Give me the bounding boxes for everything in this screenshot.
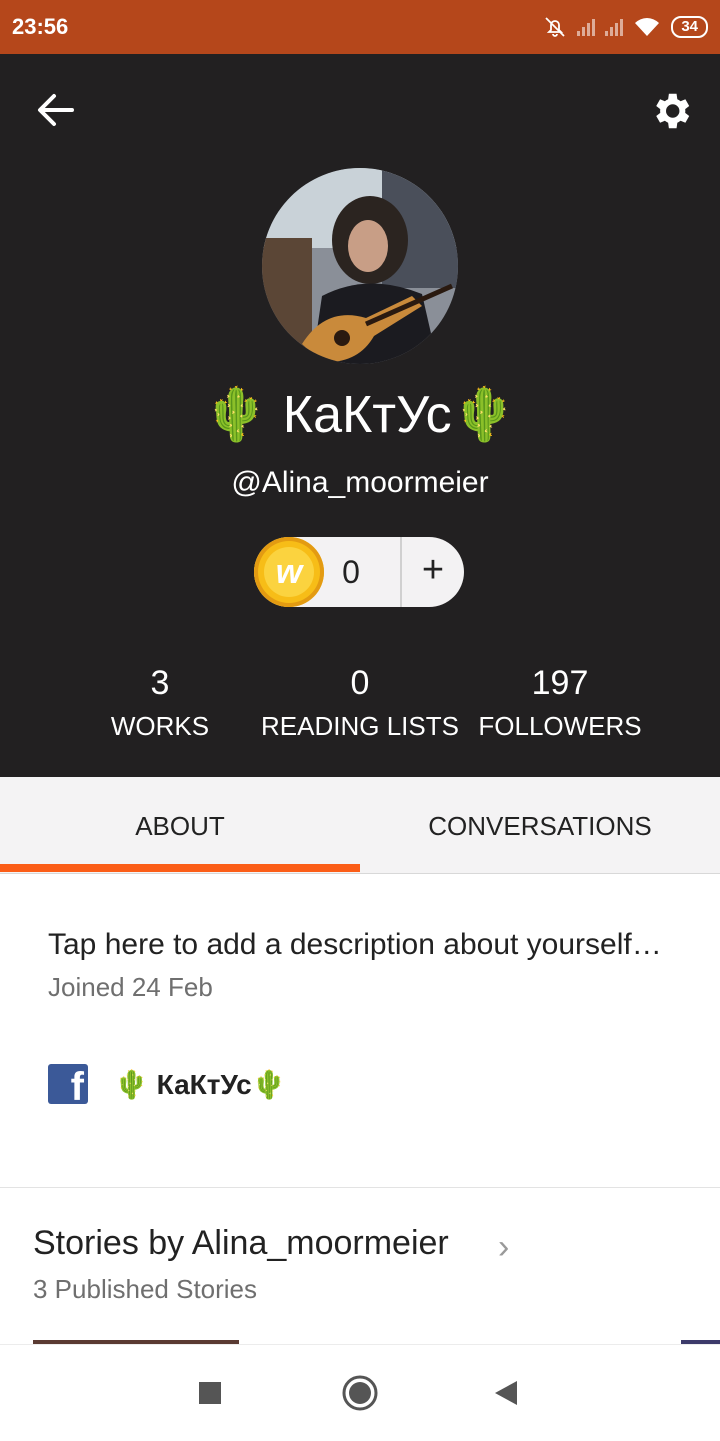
stat-works-value: 3 bbox=[150, 664, 170, 702]
tab-conversations[interactable]: CONVERSATIONS bbox=[360, 777, 720, 873]
coin-balance: w 0 + bbox=[254, 537, 464, 607]
active-tab-indicator bbox=[0, 864, 360, 872]
stat-followers[interactable]: 197 FOLLOWERS bbox=[455, 664, 665, 742]
about-section: Tap here to add a description about your… bbox=[48, 922, 688, 1003]
status-icons: 34 bbox=[543, 15, 708, 39]
coin-count: 0 bbox=[342, 554, 360, 590]
arrow-left-icon[interactable] bbox=[32, 90, 80, 130]
buy-coins-button[interactable]: + bbox=[402, 537, 464, 607]
avatar[interactable] bbox=[262, 168, 458, 364]
signal-icon bbox=[577, 18, 596, 36]
signal-icon bbox=[605, 18, 624, 36]
section-divider bbox=[0, 1187, 720, 1188]
status-bar: 23:56 34 bbox=[0, 0, 720, 54]
facebook-name[interactable]: 🌵 КаКтУс🌵 bbox=[114, 1068, 287, 1101]
tab-about[interactable]: ABOUT bbox=[0, 777, 360, 873]
stat-works[interactable]: 3 WORKS bbox=[55, 664, 265, 742]
facebook-icon[interactable]: f bbox=[48, 1064, 88, 1109]
stat-reading-lists[interactable]: 0 READING LISTS bbox=[255, 664, 465, 742]
stat-followers-label: FOLLOWERS bbox=[478, 711, 642, 741]
username: @Alina_moormeier bbox=[231, 466, 489, 499]
stories-count: 3 Published Stories bbox=[33, 1274, 258, 1304]
bell-off-icon bbox=[545, 17, 565, 37]
facebook-link[interactable]: f 🌵 КаКтУс🌵 bbox=[48, 1064, 287, 1109]
home-circle-icon[interactable] bbox=[312, 1345, 408, 1441]
description-prompt[interactable]: Tap here to add a description about your… bbox=[48, 922, 688, 968]
joined-date: Joined 24 Feb bbox=[48, 972, 213, 1002]
navigation-bar bbox=[0, 1344, 720, 1441]
chevron-right-icon[interactable]: › bbox=[498, 1230, 509, 1264]
stat-reading-lists-value: 0 bbox=[350, 664, 370, 702]
stat-reading-lists-label: READING LISTS bbox=[261, 711, 459, 741]
stories-title[interactable]: Stories by Alina_moormeier bbox=[33, 1224, 449, 1263]
stat-works-label: WORKS bbox=[110, 711, 210, 741]
avatar-photo bbox=[262, 168, 458, 364]
battery-icon: 34 bbox=[671, 16, 708, 38]
coin-icon: w bbox=[254, 537, 324, 607]
profile-tabs: ABOUT CONVERSATIONS bbox=[0, 777, 720, 874]
stat-followers-value: 197 bbox=[531, 664, 589, 702]
gear-icon[interactable] bbox=[648, 88, 694, 134]
recents-square-icon[interactable] bbox=[162, 1345, 258, 1441]
status-time: 23:56 bbox=[12, 14, 69, 39]
wifi-icon bbox=[635, 18, 660, 36]
back-triangle-icon[interactable] bbox=[458, 1345, 554, 1441]
profile-header: 🌵 КаКтУс🌵 @Alina_moormeier w 0 + 3 WORKS… bbox=[0, 54, 720, 777]
display-name: 🌵 КаКтУс🌵 bbox=[203, 386, 517, 444]
